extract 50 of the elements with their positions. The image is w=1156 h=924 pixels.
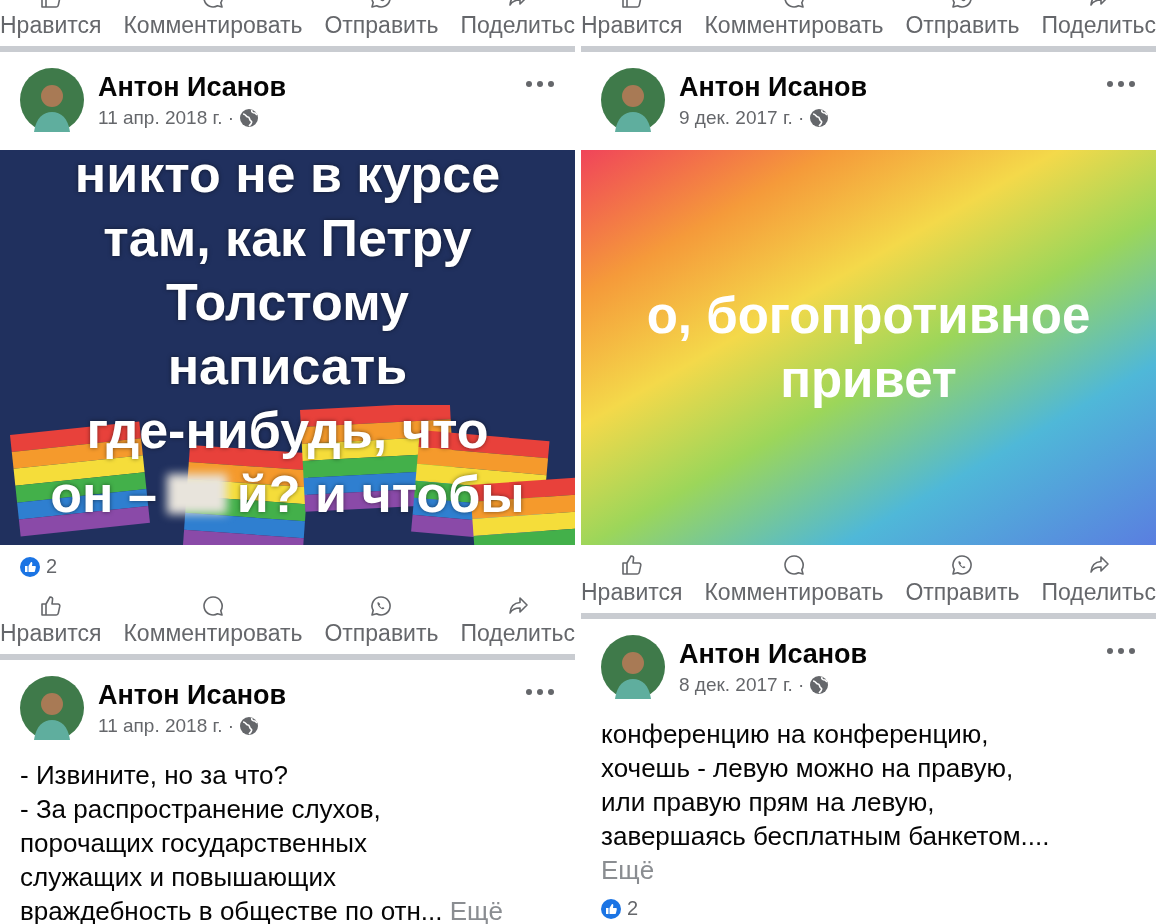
action-button[interactable]: Нравится (0, 0, 102, 39)
phone-bubble-icon (369, 594, 394, 618)
post-date[interactable]: 9 дек. 2017 г. · (679, 106, 805, 129)
post-date[interactable]: 11 апр. 2018 г. · (98, 106, 235, 129)
comment-icon (200, 594, 225, 618)
like-count[interactable]: 2 (46, 555, 58, 578)
thumbs-up-icon (619, 553, 644, 577)
author-name[interactable]: Антон Исанов (679, 71, 1092, 103)
post-date[interactable]: 8 дек. 2017 г. · (679, 673, 805, 696)
globe-icon (239, 715, 260, 736)
post-text: конференцию на конференцию, хочешь - левую можно на правую, или правую прям на левую, завершаясь бесплатным банкетом.... Ещё (581, 717, 1156, 887)
post-date[interactable]: 11 апр. 2018 г. · (98, 714, 235, 737)
action-button[interactable]: Нравится (581, 0, 683, 39)
thumbs-up-icon (38, 594, 63, 618)
like-count[interactable]: 2 (627, 897, 639, 920)
more-options-icon[interactable] (525, 688, 555, 696)
action-button[interactable]: Отправить (324, 0, 439, 39)
censor-blur (166, 474, 227, 514)
like-count-icon (601, 898, 621, 919)
phone-bubble-icon (950, 553, 975, 577)
more-link[interactable]: Ещё (601, 853, 1136, 887)
avatar[interactable] (601, 635, 665, 699)
author-name[interactable]: Антон Исанов (679, 638, 1092, 670)
action-button[interactable]: Комментировать (123, 0, 303, 39)
avatar[interactable] (20, 676, 84, 740)
author-name[interactable]: Антон Исанов (98, 679, 511, 711)
action-button[interactable]: Нравится (581, 553, 683, 606)
action-button[interactable]: Поделитьс (460, 0, 575, 39)
like-count-icon (20, 556, 40, 577)
more-options-icon[interactable] (1106, 647, 1136, 655)
action-button[interactable]: Поделитьс (1041, 0, 1156, 39)
action-button[interactable]: Комментировать (123, 594, 303, 647)
action-button[interactable]: Отправить (324, 594, 439, 647)
globe-icon (239, 107, 260, 128)
avatar[interactable] (20, 68, 84, 132)
more-options-icon[interactable] (1106, 80, 1136, 88)
globe-icon (809, 674, 830, 695)
action-button[interactable]: Отправить (905, 553, 1020, 606)
author-name[interactable]: Антон Исанов (98, 71, 511, 103)
action-button[interactable]: Поделитьс (460, 594, 575, 647)
action-button[interactable]: Отправить (905, 0, 1020, 39)
action-button[interactable]: Нравится (0, 594, 102, 647)
globe-icon (809, 107, 830, 128)
action-button[interactable]: Поделитьс (1041, 553, 1156, 606)
comment-icon (781, 553, 806, 577)
avatar[interactable] (601, 68, 665, 132)
more-options-icon[interactable] (525, 80, 555, 88)
action-button[interactable]: Комментировать (704, 553, 884, 606)
post-text: о, богопротивное привет (645, 285, 1092, 410)
action-button[interactable]: Комментировать (704, 0, 884, 39)
